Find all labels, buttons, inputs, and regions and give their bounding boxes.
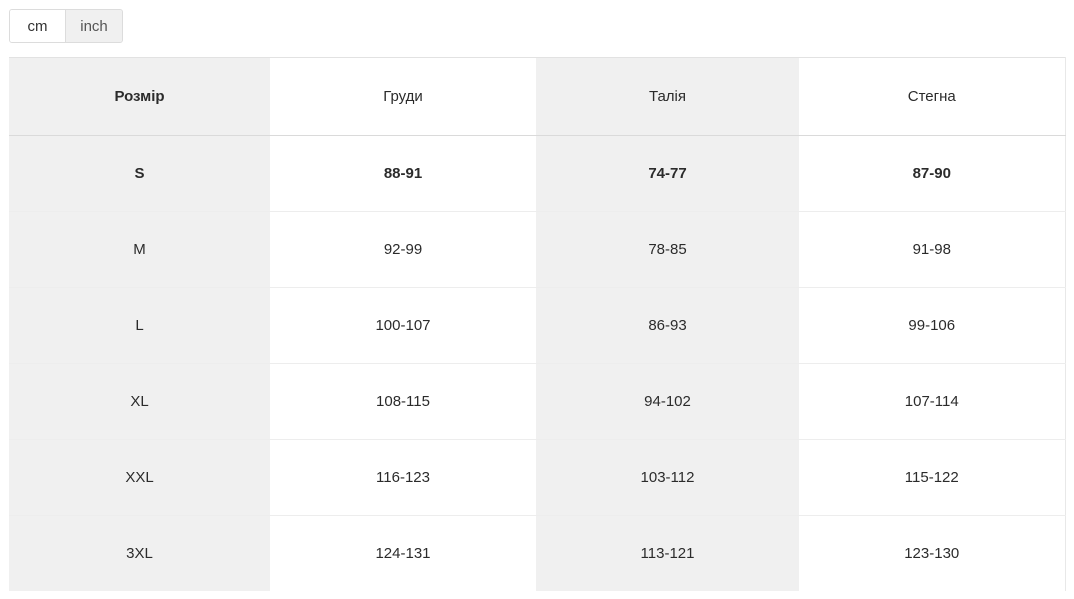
table-header: Розмір Груди Талія Стегна (9, 57, 1065, 136)
unit-toggle-container: cm inch (0, 0, 1074, 43)
column-header-chest: Груди (270, 57, 536, 136)
table-row: L 100-107 86-93 99-106 (9, 287, 1065, 364)
cell-size: S (9, 135, 270, 212)
table-row: XL 108-115 94-102 107-114 (9, 363, 1065, 440)
unit-button-cm[interactable]: cm (10, 10, 66, 42)
cell-chest: 116-123 (270, 439, 536, 516)
column-header-size: Розмір (9, 57, 270, 136)
cell-chest: 124-131 (270, 515, 536, 591)
column-header-waist: Талія (536, 57, 799, 136)
unit-toggle-group[interactable]: cm inch (9, 9, 123, 43)
cell-size: L (9, 287, 270, 364)
table-row: M 92-99 78-85 91-98 (9, 211, 1065, 288)
cell-waist: 113-121 (536, 515, 799, 591)
cell-chest: 88-91 (270, 135, 536, 212)
cell-hips: 123-130 (799, 515, 1065, 591)
table-row: 3XL 124-131 113-121 123-130 (9, 515, 1065, 591)
cell-size: XL (9, 363, 270, 440)
cell-waist: 94-102 (536, 363, 799, 440)
cell-size: 3XL (9, 515, 270, 591)
unit-button-inch[interactable]: inch (66, 10, 122, 42)
cell-waist: 78-85 (536, 211, 799, 288)
table-body: S 88-91 74-77 87-90 M 92-99 78-85 91-98 … (9, 135, 1065, 591)
cell-chest: 92-99 (270, 211, 536, 288)
cell-hips: 91-98 (799, 211, 1065, 288)
table-row: S 88-91 74-77 87-90 (9, 135, 1065, 212)
cell-waist: 74-77 (536, 135, 799, 212)
cell-size: M (9, 211, 270, 288)
cell-waist: 86-93 (536, 287, 799, 364)
cell-size: XXL (9, 439, 270, 516)
column-header-hips: Стегна (799, 57, 1065, 136)
table-row: XXL 116-123 103-112 115-122 (9, 439, 1065, 516)
cell-chest: 100-107 (270, 287, 536, 364)
cell-hips: 87-90 (799, 135, 1065, 212)
cell-waist: 103-112 (536, 439, 799, 516)
size-chart-table: Розмір Груди Талія Стегна S 88-91 74-77 … (9, 57, 1066, 591)
cell-chest: 108-115 (270, 363, 536, 440)
table-header-row: Розмір Груди Талія Стегна (9, 57, 1065, 136)
cell-hips: 99-106 (799, 287, 1065, 364)
cell-hips: 115-122 (799, 439, 1065, 516)
size-chart-container: Розмір Груди Талія Стегна S 88-91 74-77 … (9, 57, 1066, 591)
cell-hips: 107-114 (799, 363, 1065, 440)
